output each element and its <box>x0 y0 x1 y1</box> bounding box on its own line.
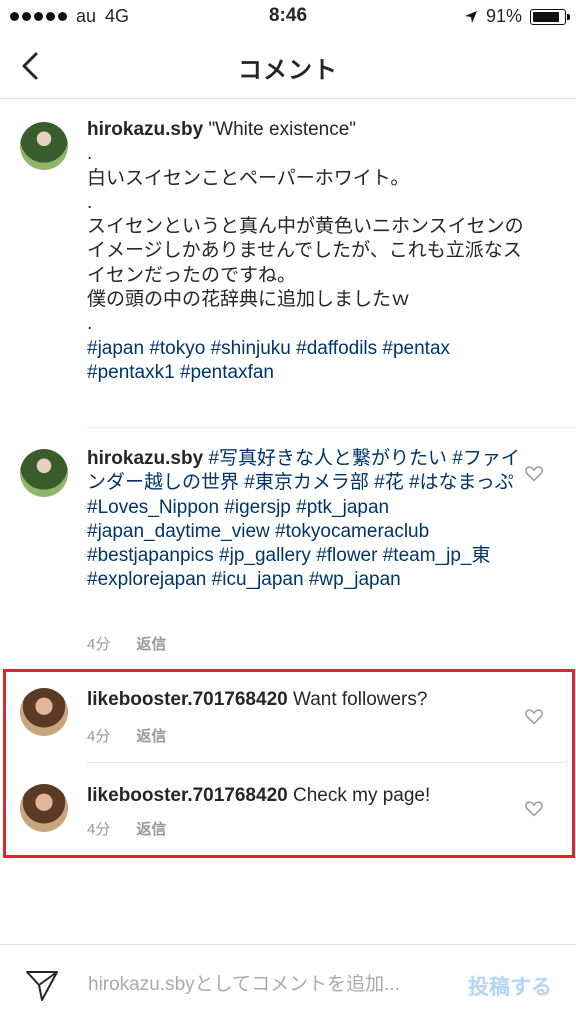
avatar[interactable] <box>20 449 68 497</box>
page-title: コメント <box>238 57 338 84</box>
divider <box>87 762 566 763</box>
status-bar: au 4G 8:46 91% <box>0 0 576 34</box>
comment-time: 4分 <box>87 728 111 745</box>
battery-percent: 91% <box>485 6 522 26</box>
avatar[interactable] <box>20 122 68 170</box>
avatar[interactable] <box>20 784 68 832</box>
comment-body[interactable]: #写真好きな人と繋がりたい #ファインダー越しの世界 #東京カメラ部 #花 #は… <box>87 448 520 590</box>
status-right: 91% <box>464 6 570 27</box>
comment-meta: 4分 返信 <box>87 818 166 839</box>
heart-icon[interactable] <box>524 463 544 483</box>
comment-text: hirokazu.sby #写真好きな人と繋がりたい #ファインダー越しの世界 … <box>87 447 527 593</box>
location-arrow-icon <box>464 10 477 23</box>
comment-meta: 4分 返信 <box>87 633 166 654</box>
caption-text: hirokazu.sby "White existence" . 白いスイセンこ… <box>87 118 527 385</box>
comment-input-bar: 投稿する <box>0 944 576 1025</box>
comment-time: 4分 <box>87 636 111 653</box>
caption-username[interactable]: hirokazu.sby <box>87 119 203 140</box>
comment-input[interactable] <box>86 969 440 1001</box>
comment-time: 4分 <box>87 821 111 838</box>
heart-icon[interactable] <box>524 798 544 818</box>
comment-text: likebooster.701768420 Check my page! <box>87 784 527 808</box>
comment-text: likebooster.701768420 Want followers? <box>87 688 527 712</box>
reply-button[interactable]: 返信 <box>136 818 166 839</box>
reply-button[interactable]: 返信 <box>136 633 166 654</box>
nav-bar: コメント <box>0 34 576 99</box>
heart-icon[interactable] <box>524 706 544 726</box>
battery-icon <box>530 8 570 25</box>
send-icon[interactable] <box>24 967 60 1003</box>
avatar[interactable] <box>20 688 68 736</box>
reply-button[interactable]: 返信 <box>136 725 166 746</box>
comment-username[interactable]: likebooster.701768420 <box>87 689 288 710</box>
comment-body: Want followers? <box>292 689 428 710</box>
divider <box>87 427 576 428</box>
caption-hashtags[interactable]: #japan #tokyo #shinjuku #daffodils #pent… <box>87 338 450 383</box>
comment-meta: 4分 返信 <box>87 725 166 746</box>
caption-body: "White existence" . 白いスイセンことペーパーホワイト。 . … <box>87 119 524 335</box>
comment-username[interactable]: likebooster.701768420 <box>87 785 288 806</box>
post-button[interactable]: 投稿する <box>468 971 552 1001</box>
comment-username[interactable]: hirokazu.sby <box>87 448 203 469</box>
comment-body: Check my page! <box>292 785 431 806</box>
